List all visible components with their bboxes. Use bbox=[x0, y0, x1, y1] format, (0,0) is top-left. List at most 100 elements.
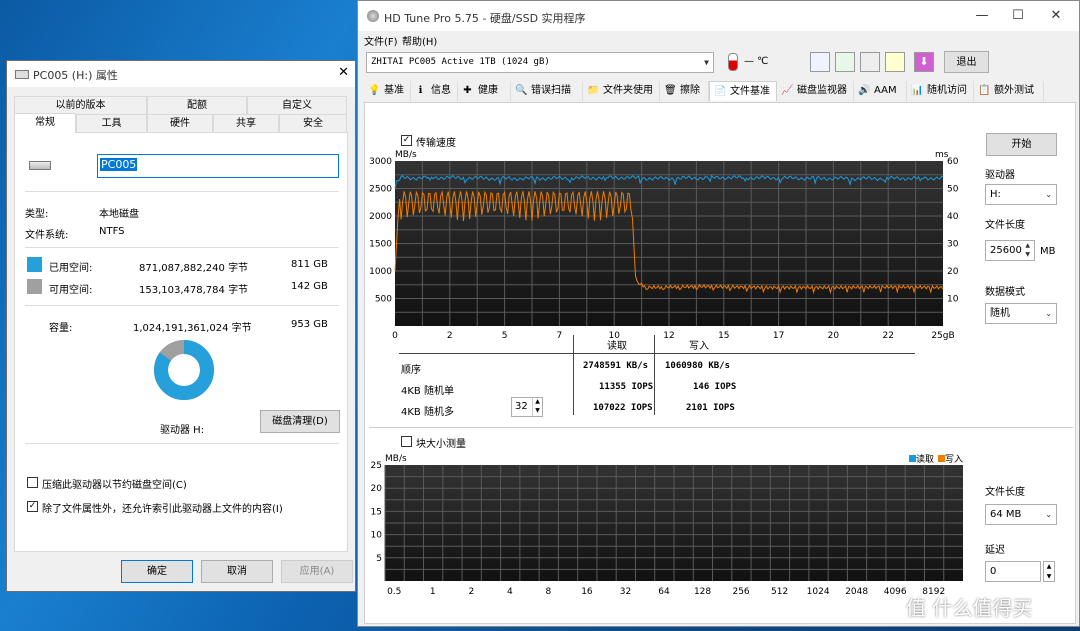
free-label: 可用空间: bbox=[49, 285, 93, 296]
tab-sharing[interactable]: 共享 bbox=[213, 114, 279, 132]
tab-tools[interactable]: 工具 bbox=[76, 114, 147, 132]
x-tick-label: 16 bbox=[581, 587, 593, 597]
tab-general[interactable]: 常规 bbox=[14, 113, 76, 133]
tab-label: 错误扫描 bbox=[531, 85, 571, 96]
tab-label: 文件夹使用 bbox=[603, 85, 653, 96]
camera-icon[interactable] bbox=[860, 52, 880, 72]
transfer-chart: 3000 2500 2000 1500 1000 500 60 50 40 30 20 10 MB/s m… bbox=[369, 150, 959, 341]
delay-label: 延迟 bbox=[985, 545, 1005, 556]
drive-select[interactable]: ZHITAI PC005 Active 1TB (1024 gB) ▼ bbox=[366, 52, 714, 73]
x-tick-label: 8 bbox=[546, 587, 552, 597]
y2-axis-label: ms bbox=[935, 150, 949, 160]
x-tick-label: 0.5 bbox=[387, 587, 401, 597]
separator bbox=[25, 443, 339, 444]
temperature-value: — ℃ bbox=[744, 56, 769, 67]
disk-cleanup-button[interactable]: 磁盘清理(D) bbox=[260, 410, 340, 433]
menu-file[interactable]: 文件(F) bbox=[364, 33, 398, 48]
minimize-icon[interactable]: — bbox=[964, 1, 1000, 31]
ok-button[interactable]: 确定 bbox=[121, 560, 193, 583]
tab-10[interactable]: 📊 随机访问 bbox=[907, 81, 974, 101]
copy-icon[interactable] bbox=[810, 52, 830, 72]
tab-3[interactable]: ✚ 健康 bbox=[458, 81, 511, 101]
tab-previous-versions[interactable]: 以前的版本 bbox=[14, 96, 147, 114]
tab-label: 基准 bbox=[384, 85, 404, 96]
bottom-file-length-label: 文件长度 bbox=[985, 487, 1025, 498]
tab-9[interactable]: 🔊 AAM bbox=[854, 81, 907, 101]
tab-label: 文件基准 bbox=[730, 86, 770, 97]
hdtune-app-icon bbox=[367, 10, 379, 22]
data-pattern-label: 数据模式 bbox=[985, 287, 1025, 298]
seq-label: 顺序 bbox=[401, 365, 421, 376]
file-length-input[interactable]: 25600 ▲ ▼ bbox=[985, 240, 1035, 261]
close-icon[interactable]: ✕ bbox=[338, 65, 349, 80]
tab-6[interactable]: 🗑 擦除 bbox=[660, 81, 709, 101]
properties-titlebar[interactable]: PC005 (H:) 属性 ✕ bbox=[7, 61, 355, 87]
compress-checkbox[interactable] bbox=[27, 477, 38, 488]
tab-1[interactable]: 💡 基准 bbox=[364, 81, 411, 101]
tab-customize[interactable]: 自定义 bbox=[247, 96, 347, 114]
paste-icon[interactable] bbox=[835, 52, 855, 72]
x-tick-label: 2048 bbox=[845, 587, 868, 597]
tab-label: 擦除 bbox=[680, 85, 700, 96]
x-tick-label: 1 bbox=[430, 587, 436, 597]
x-tick-label: 4096 bbox=[884, 587, 907, 597]
data-pattern-select[interactable]: 随机 ⌄ bbox=[985, 303, 1057, 324]
tab-icon: 🔊 bbox=[858, 85, 871, 96]
tab-hardware[interactable]: 硬件 bbox=[147, 114, 213, 132]
queue-depth-spinner[interactable]: 32 ▲ ▼ bbox=[511, 397, 543, 417]
chevron-down-icon: ⌄ bbox=[1045, 309, 1052, 318]
tab-4[interactable]: 🔍 错误扫描 bbox=[511, 81, 583, 101]
tab-label: 健康 bbox=[478, 85, 498, 96]
tab-7[interactable]: 📄 文件基准 bbox=[709, 81, 777, 101]
menu-help[interactable]: 帮助(H) bbox=[402, 33, 437, 48]
spin-up-icon[interactable]: ▲ bbox=[1047, 563, 1052, 570]
y2-tick-label: 50 bbox=[947, 185, 959, 195]
transfer-rate-checkbox[interactable]: ✓ bbox=[401, 135, 412, 146]
tab-strip: 💡 基准 ℹ 信息 ✚ 健康 🔍 错误扫描 📁 文件夹使用 🗑 擦除 📄 文件基准 📈 磁盘监视器 🔊 AAM 📊 随… bbox=[364, 81, 1076, 102]
cancel-button[interactable]: 取消 bbox=[201, 560, 273, 583]
spinner-icon[interactable]: ▲ ▼ bbox=[1025, 241, 1030, 259]
volume-name-input[interactable]: PC005 bbox=[97, 154, 339, 178]
used-bytes: 871,087,882,240 字节 bbox=[139, 263, 249, 274]
spin-down-icon[interactable]: ▼ bbox=[532, 407, 542, 416]
tab-quota[interactable]: 配额 bbox=[147, 96, 247, 114]
tab-label: 额外测试 bbox=[994, 85, 1034, 96]
tab-icon: 📁 bbox=[587, 85, 600, 96]
compress-label: 压缩此驱动器以节约磁盘空间(C) bbox=[42, 480, 187, 491]
hdtune-titlebar[interactable]: HD Tune Pro 5.75 - 硬盘/SSD 实用程序 — ☐ ✕ bbox=[358, 1, 1079, 31]
x-tick-label: 512 bbox=[771, 587, 788, 597]
x-tick-label: 0 bbox=[392, 331, 398, 341]
drive-letter-select[interactable]: H: ⌄ bbox=[985, 184, 1057, 205]
tab-5[interactable]: 📁 文件夹使用 bbox=[583, 81, 660, 101]
y-tick-label: 15 bbox=[371, 507, 382, 517]
tab-2[interactable]: ℹ 信息 bbox=[411, 81, 458, 101]
tab-11[interactable]: 📋 额外测试 bbox=[974, 81, 1044, 101]
block-size-checkbox[interactable] bbox=[401, 436, 412, 447]
tab-icon: 🗑 bbox=[664, 85, 677, 96]
options-icon[interactable] bbox=[885, 52, 905, 72]
delay-input[interactable]: 0 bbox=[985, 561, 1041, 582]
start-button[interactable]: 开始 bbox=[986, 133, 1057, 156]
properties-title: PC005 (H:) 属性 bbox=[33, 69, 118, 82]
close-icon[interactable]: ✕ bbox=[1038, 1, 1074, 31]
x-tick-label: 128 bbox=[694, 587, 711, 597]
results-read-header: 读取 bbox=[607, 341, 627, 352]
index-checkbox[interactable]: ✓ bbox=[27, 501, 38, 512]
save-icon[interactable]: ⬇ bbox=[914, 52, 934, 72]
spin-down-icon[interactable]: ▼ bbox=[1047, 573, 1052, 580]
free-bytes: 153,103,478,784 字节 bbox=[139, 285, 249, 296]
spin-up-icon[interactable]: ▲ bbox=[532, 398, 542, 407]
tab-security[interactable]: 安全 bbox=[279, 114, 347, 132]
free-color-swatch bbox=[27, 279, 42, 294]
tab-label: AAM bbox=[874, 85, 897, 96]
type-value: 本地磁盘 bbox=[99, 209, 139, 220]
apply-button[interactable]: 应用(A) bbox=[281, 560, 353, 583]
table-col-rule bbox=[573, 335, 574, 415]
exit-button[interactable]: 退出 bbox=[944, 51, 989, 73]
delay-spinner[interactable]: ▲ ▼ bbox=[1043, 561, 1055, 582]
seq-write: 1060980 KB/s bbox=[665, 361, 731, 371]
tab-8[interactable]: 📈 磁盘监视器 bbox=[777, 81, 854, 101]
y-tick-label: 1500 bbox=[369, 240, 392, 250]
maximize-icon[interactable]: ☐ bbox=[1000, 1, 1036, 31]
bottom-file-length-select[interactable]: 64 MB ⌄ bbox=[985, 504, 1057, 525]
